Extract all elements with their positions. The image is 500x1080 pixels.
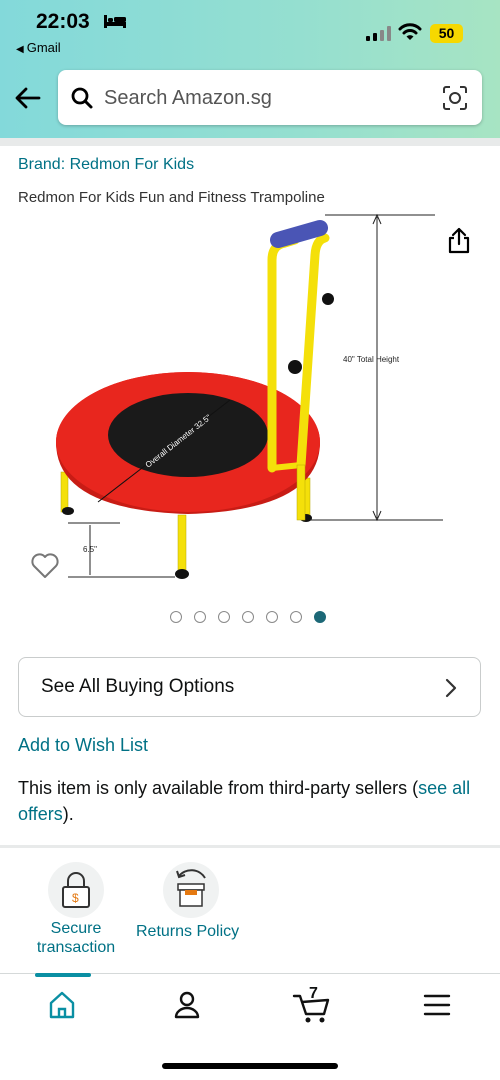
carousel-dot[interactable] [266,611,278,623]
returns-policy-label[interactable]: Returns Policy [136,923,239,941]
heart-icon[interactable] [30,552,60,580]
availability-notice: This item is only available from third-p… [18,775,478,827]
menu-icon[interactable] [423,990,451,1020]
carousel-dot[interactable] [218,611,230,623]
account-icon[interactable] [173,990,201,1020]
home-indicator [162,1063,338,1069]
secure-transaction-badge[interactable]: $ [48,862,104,918]
return-box-icon [176,869,206,907]
leg-height-label: 6.5" [83,545,97,554]
availability-suffix: ). [62,804,74,824]
buying-options-label: See All Buying Options [41,676,235,697]
svg-text:$: $ [72,891,79,905]
back-arrow-icon[interactable] [14,84,42,112]
product-image[interactable]: 40" Total Height 6.5" Overall Diameter 3… [50,210,450,590]
carousel-dot[interactable] [290,611,302,623]
home-icon[interactable] [48,990,76,1020]
back-to-app[interactable]: ◀ Gmail [16,40,61,55]
status-time: 22:03 [36,10,90,33]
brand-link[interactable]: Brand: Redmon For Kids [18,156,194,174]
header-divider [0,138,500,146]
search-input[interactable] [104,82,424,114]
cart-count: 7 [309,985,318,1002]
signal-icon [366,26,391,41]
image-carousel-dots [170,611,326,623]
returns-policy-badge[interactable] [163,862,219,918]
camera-lens-icon[interactable] [442,85,468,111]
availability-text: This item is only available from third-p… [18,778,419,798]
secure-transaction-label[interactable]: Secure transaction [20,919,132,957]
back-app-label: Gmail [26,40,61,55]
section-divider [0,845,500,848]
product-title: Redmon For Kids Fun and Fitness Trampoli… [18,189,325,206]
lock-dollar-icon: $ [62,872,90,908]
chevron-right-icon [445,678,457,698]
carousel-dot[interactable] [194,611,206,623]
sleep-focus-icon [104,15,126,28]
search-bar[interactable] [58,70,482,125]
battery-indicator: 50 [430,24,463,43]
carousel-dot[interactable] [242,611,254,623]
height-label: 40" Total Height [343,355,400,364]
add-to-wish-list-link[interactable]: Add to Wish List [18,735,148,756]
carousel-dot-active[interactable] [314,611,326,623]
wifi-icon [398,23,422,40]
active-tab-indicator [35,973,91,977]
see-all-buying-options-button[interactable]: See All Buying Options [18,657,481,717]
search-icon [71,87,93,109]
carousel-dot[interactable] [170,611,182,623]
